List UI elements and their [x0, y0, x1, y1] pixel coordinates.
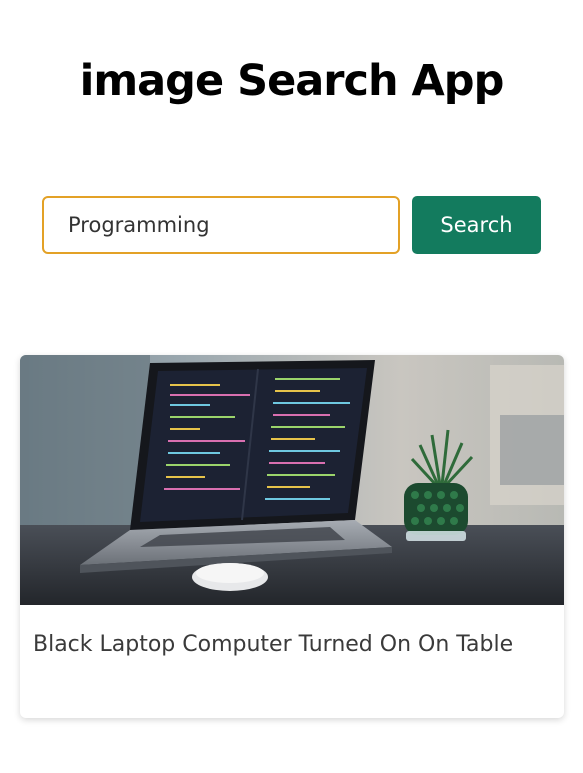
app-container: image Search App Search	[0, 0, 583, 773]
page-title: image Search App	[79, 56, 505, 106]
search-button[interactable]: Search	[412, 196, 541, 254]
search-input[interactable]	[42, 196, 400, 254]
search-bar: Search	[42, 196, 542, 254]
image-result-card[interactable]: Black Laptop Computer Turned On On Table	[20, 355, 564, 718]
result-caption: Black Laptop Computer Turned On On Table	[33, 632, 514, 657]
result-image[interactable]	[20, 355, 564, 605]
